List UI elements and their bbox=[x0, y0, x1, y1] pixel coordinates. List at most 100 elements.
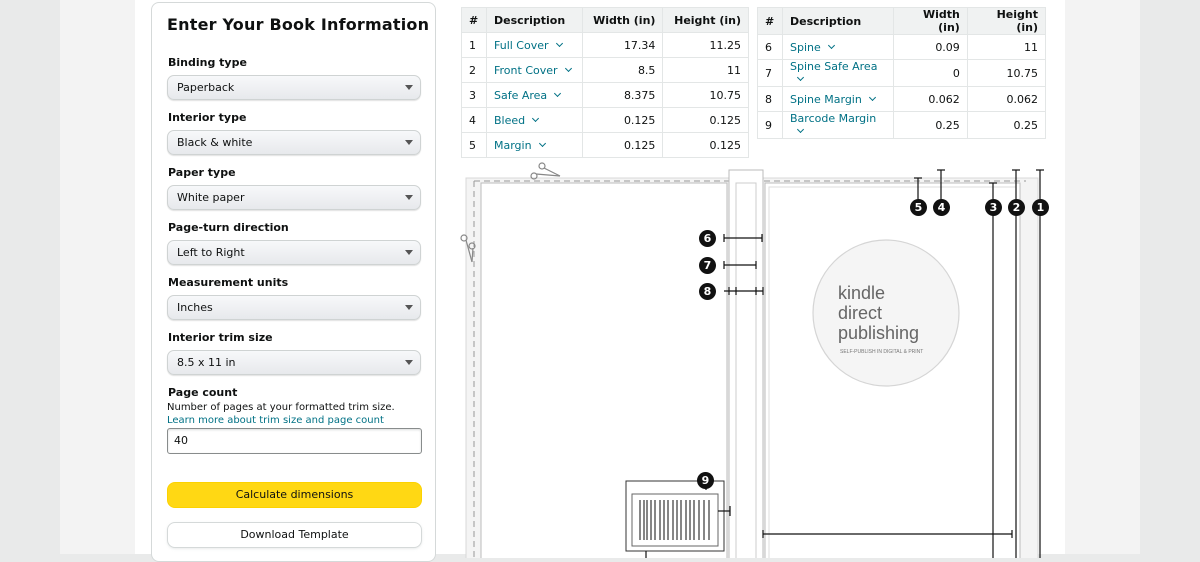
marker-badge-8: 8 bbox=[699, 283, 716, 300]
row-description: Spine Margin bbox=[790, 92, 862, 106]
row-height: 10.75 bbox=[662, 82, 749, 108]
row-number: 2 bbox=[461, 57, 487, 83]
row-description: Front Cover bbox=[494, 63, 558, 77]
row-description-link[interactable]: Full Cover bbox=[486, 32, 583, 58]
marker-badge-5: 5 bbox=[910, 199, 927, 216]
chevron-down-icon bbox=[405, 140, 413, 145]
download-template-button[interactable]: Download Template bbox=[167, 522, 422, 548]
row-number: 9 bbox=[757, 111, 783, 139]
paper-type-select[interactable]: White paper bbox=[167, 185, 421, 210]
chevron-down-icon bbox=[796, 125, 805, 134]
marker-badge-4: 4 bbox=[933, 199, 950, 216]
row-height: 10.75 bbox=[966, 59, 1047, 87]
col-header-height: Height (in) bbox=[966, 7, 1047, 35]
row-height: 11 bbox=[966, 34, 1047, 60]
row-description-link[interactable]: Safe Area bbox=[486, 82, 583, 108]
page-turn-select[interactable]: Left to Right bbox=[167, 240, 421, 265]
table-row: 6 Spine 0.09 11 bbox=[757, 34, 1047, 60]
col-header-number: # bbox=[757, 7, 783, 35]
row-description: Barcode Margin bbox=[790, 112, 877, 125]
paper-type-value: White paper bbox=[177, 191, 245, 204]
cover-template-diagram: kindle direct publishing SELF-PUBLISH IN… bbox=[460, 162, 1044, 558]
trim-size-learn-more-link[interactable]: Learn more about trim size and page coun… bbox=[167, 414, 384, 427]
binding-type-label: Binding type bbox=[168, 56, 247, 69]
row-description-link[interactable]: Front Cover bbox=[486, 57, 583, 83]
interior-type-value: Black & white bbox=[177, 136, 253, 149]
row-number: 3 bbox=[461, 82, 487, 108]
page-turn-label: Page-turn direction bbox=[168, 221, 289, 234]
page-count-help: Number of pages at your formatted trim s… bbox=[167, 402, 395, 413]
table-row: 4 Bleed 0.125 0.125 bbox=[461, 107, 749, 133]
row-width: 0 bbox=[893, 59, 968, 87]
row-number: 6 bbox=[757, 34, 783, 60]
row-number: 5 bbox=[461, 132, 487, 158]
col-header-number: # bbox=[461, 7, 487, 33]
page-turn-value: Left to Right bbox=[177, 246, 245, 259]
marker-badge-9: 9 bbox=[697, 472, 714, 489]
row-description: Margin bbox=[494, 138, 532, 152]
logo-line-3: publishing bbox=[838, 323, 919, 343]
chevron-down-icon bbox=[405, 85, 413, 90]
row-width: 0.125 bbox=[581, 107, 664, 133]
col-header-description: Description bbox=[781, 7, 895, 35]
row-description-link[interactable]: Spine Margin bbox=[781, 86, 895, 112]
row-description-link[interactable]: Barcode Margin bbox=[781, 111, 895, 139]
measurement-units-value: Inches bbox=[177, 301, 213, 314]
trim-size-value: 8.5 x 11 in bbox=[177, 356, 236, 369]
row-number: 1 bbox=[461, 32, 487, 58]
logo-tagline: SELF-PUBLISH IN DIGITAL & PRINT bbox=[840, 349, 923, 355]
table-row: 5 Margin 0.125 0.125 bbox=[461, 132, 749, 158]
marker-badge-6: 6 bbox=[699, 230, 716, 247]
row-width: 0.062 bbox=[893, 86, 968, 112]
binding-type-value: Paperback bbox=[177, 81, 235, 94]
form-title: Enter Your Book Information bbox=[167, 15, 430, 34]
col-header-width: Width (in) bbox=[581, 7, 664, 33]
chevron-down-icon bbox=[564, 64, 572, 72]
row-height: 0.125 bbox=[662, 107, 749, 133]
row-description-link[interactable]: Spine Safe Area bbox=[781, 59, 895, 87]
spine-safe-area bbox=[735, 182, 757, 558]
row-description-link[interactable]: Bleed bbox=[486, 107, 583, 133]
dimensions-table-left: # Description Width (in) Height (in) 1 Fu… bbox=[461, 7, 749, 158]
col-header-description: Description bbox=[486, 7, 583, 33]
row-number: 4 bbox=[461, 107, 487, 133]
table-row: 8 Spine Margin 0.062 0.062 bbox=[757, 86, 1047, 112]
marker-badge-2: 2 bbox=[1008, 199, 1025, 216]
table-row: 2 Front Cover 8.5 11 bbox=[461, 57, 749, 83]
row-description: Spine bbox=[790, 40, 821, 54]
row-width: 0.125 bbox=[581, 132, 664, 158]
table-row: 1 Full Cover 17.34 11.25 bbox=[461, 32, 749, 58]
row-width: 0.09 bbox=[893, 34, 968, 60]
chevron-down-icon bbox=[554, 89, 562, 97]
trim-size-label: Interior trim size bbox=[168, 331, 273, 344]
row-description-link[interactable]: Margin bbox=[486, 132, 583, 158]
page-count-input[interactable]: 40 bbox=[167, 428, 422, 454]
chevron-down-icon bbox=[405, 195, 413, 200]
row-number: 8 bbox=[757, 86, 783, 112]
book-info-form: Enter Your Book Information Binding type… bbox=[151, 2, 436, 562]
binding-type-select[interactable]: Paperback bbox=[167, 75, 421, 100]
chevron-down-icon bbox=[827, 41, 835, 49]
table-header-row: # Description Width (in) Height (in) bbox=[757, 7, 1047, 35]
row-description-link[interactable]: Spine bbox=[781, 34, 895, 60]
trim-size-select[interactable]: 8.5 x 11 in bbox=[167, 350, 421, 375]
row-description: Spine Safe Area bbox=[790, 60, 878, 73]
measurement-units-select[interactable]: Inches bbox=[167, 295, 421, 320]
row-height: 0.062 bbox=[966, 86, 1047, 112]
row-description: Full Cover bbox=[494, 38, 549, 52]
col-header-height: Height (in) bbox=[662, 7, 749, 33]
calculate-dimensions-button[interactable]: Calculate dimensions bbox=[167, 482, 422, 508]
measurement-units-label: Measurement units bbox=[168, 276, 289, 289]
scissors-icon bbox=[530, 162, 561, 180]
row-width: 17.34 bbox=[581, 32, 664, 58]
row-description: Safe Area bbox=[494, 88, 548, 102]
row-width: 8.375 bbox=[581, 82, 664, 108]
barcode-icon bbox=[631, 493, 719, 547]
interior-type-select[interactable]: Black & white bbox=[167, 130, 421, 155]
chevron-down-icon bbox=[868, 93, 876, 101]
row-width: 8.5 bbox=[581, 57, 664, 83]
chevron-down-icon bbox=[405, 360, 413, 365]
page-count-label: Page count bbox=[168, 386, 238, 399]
row-description: Bleed bbox=[494, 113, 526, 127]
row-height: 0.25 bbox=[966, 111, 1047, 139]
